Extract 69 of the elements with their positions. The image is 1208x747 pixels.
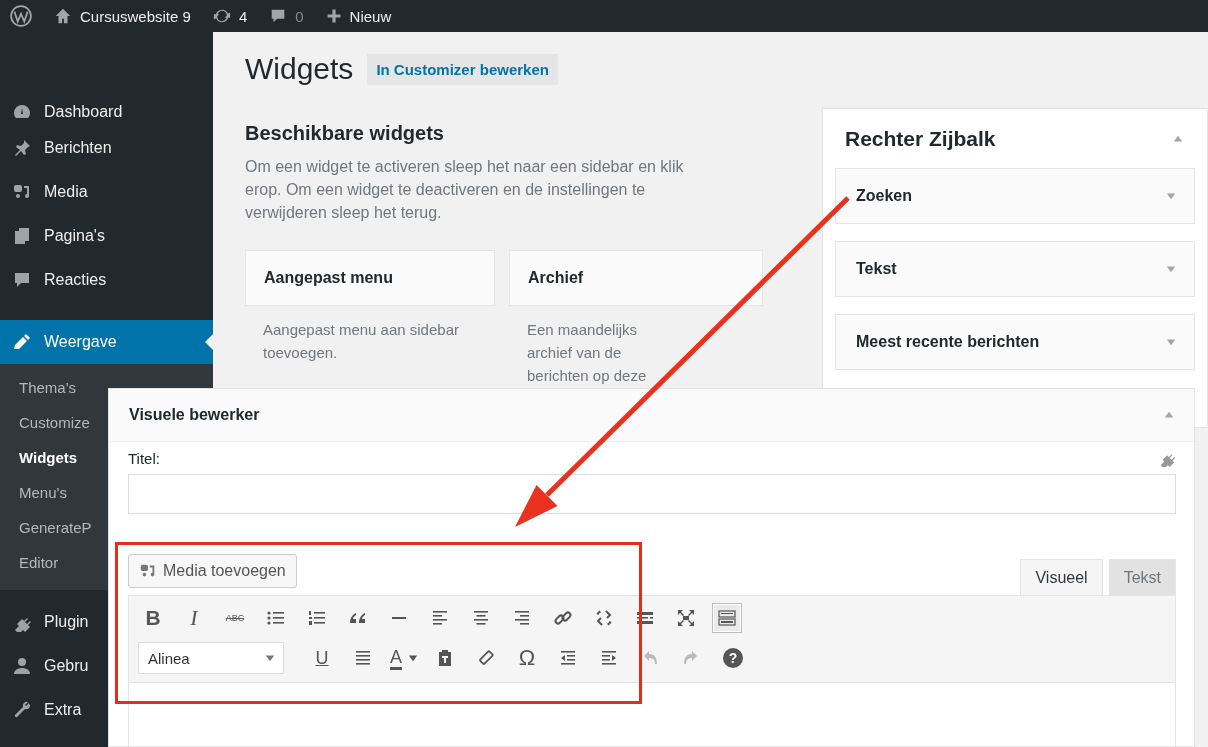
comments-link[interactable]: 0 — [269, 7, 304, 25]
plus-icon — [325, 8, 342, 24]
strike-button[interactable]: ABC — [220, 603, 250, 633]
add-media-button[interactable]: Media toevoegen — [128, 554, 297, 588]
speech-bubble-icon — [12, 270, 32, 290]
link-icon — [553, 608, 573, 628]
widget-card[interactable]: Aangepast menu — [245, 250, 495, 306]
new-content-link[interactable]: Nieuw — [325, 7, 392, 25]
menu-item[interactable]: Weergave — [0, 320, 213, 364]
menu-item[interactable]: Extra — [0, 688, 86, 732]
numbered-list-icon — [307, 608, 327, 628]
widget-row[interactable]: Meest recente berichten — [835, 314, 1195, 370]
text-color-button[interactable]: A — [389, 643, 419, 673]
instructions-text: Om een widget te activeren sleep het naar een sidebar en klik erop. Om een widget te deactiveren en de instellingen te verwijderen sleep het terug. — [245, 157, 685, 223]
page-title: Widgets — [245, 52, 354, 86]
toolbar-toggle-button[interactable] — [712, 603, 742, 633]
menu-item[interactable]: Gebru — [0, 644, 93, 688]
widget-description: Een maandelijks archief van de berichten op deze — [526, 320, 648, 386]
submenu-item[interactable]: GenerateP — [0, 510, 96, 545]
refresh-icon — [212, 7, 231, 25]
wrench-icon — [12, 700, 32, 720]
paintbrush-icon — [12, 332, 32, 352]
widget-title: Meest recente berichten — [856, 333, 1040, 351]
keyboard-icon — [717, 608, 737, 628]
widget-title: Tekst — [856, 260, 897, 278]
caret-icon — [408, 653, 418, 663]
site-name-link[interactable]: Cursuswebsite 9 — [54, 7, 191, 25]
omega-button[interactable]: Ω — [512, 643, 542, 673]
pages-icon — [12, 226, 32, 246]
align-left-icon — [430, 608, 450, 628]
submenu-item[interactable]: Menu's — [0, 475, 71, 510]
fullscreen-icon — [676, 608, 696, 628]
widget-title: Visuele bewerker — [129, 406, 260, 424]
updates-link[interactable]: 4 — [212, 7, 248, 25]
horizontal-line-icon — [391, 617, 407, 619]
outdent-icon — [558, 648, 578, 668]
submenu-item[interactable]: Thema's — [0, 370, 81, 405]
widget-row[interactable]: Zoeken — [835, 168, 1195, 224]
menu-item[interactable]: Media — [0, 170, 92, 214]
caret-icon — [265, 653, 275, 663]
eraser-icon — [476, 648, 496, 668]
widget-description: Aangepast menu aan sidebar toevoegen. — [262, 320, 460, 363]
customizer-button[interactable]: In Customizer bewerken — [367, 53, 558, 85]
justify-icon — [353, 648, 373, 668]
menu-item[interactable]: Pagina's — [0, 214, 109, 258]
wordpress-logo-icon — [10, 5, 32, 27]
underline-button[interactable]: U — [307, 643, 337, 673]
sidebar-title: Rechter Zijbalk — [845, 127, 996, 151]
bold-button[interactable]: B — [138, 603, 168, 633]
widget-row[interactable]: Tekst — [835, 241, 1195, 297]
submenu-item[interactable]: Editor — [0, 545, 63, 580]
format-dropdown[interactable]: Alinea — [138, 642, 284, 674]
section-heading: Beschikbare widgets — [245, 122, 445, 145]
menu-item[interactable]: Plugin — [0, 600, 93, 644]
editor-tab[interactable]: Visueel — [1020, 559, 1103, 595]
align-center-icon — [471, 608, 491, 628]
submenu-item[interactable]: Customize — [0, 405, 94, 440]
help-button[interactable]: ? — [723, 648, 743, 668]
submenu-item[interactable]: Widgets — [0, 440, 82, 475]
indent-icon — [599, 648, 619, 668]
italic-button[interactable]: I — [179, 603, 209, 633]
person-icon — [12, 656, 32, 676]
menu-item[interactable]: Reacties — [0, 258, 111, 302]
widget-title: Zoeken — [856, 187, 912, 205]
align-right-icon — [512, 608, 532, 628]
home-icon — [54, 7, 72, 25]
title-input[interactable] — [128, 474, 1176, 514]
widget-card[interactable]: Archief — [509, 250, 763, 306]
field-label: Titel: — [128, 449, 160, 467]
